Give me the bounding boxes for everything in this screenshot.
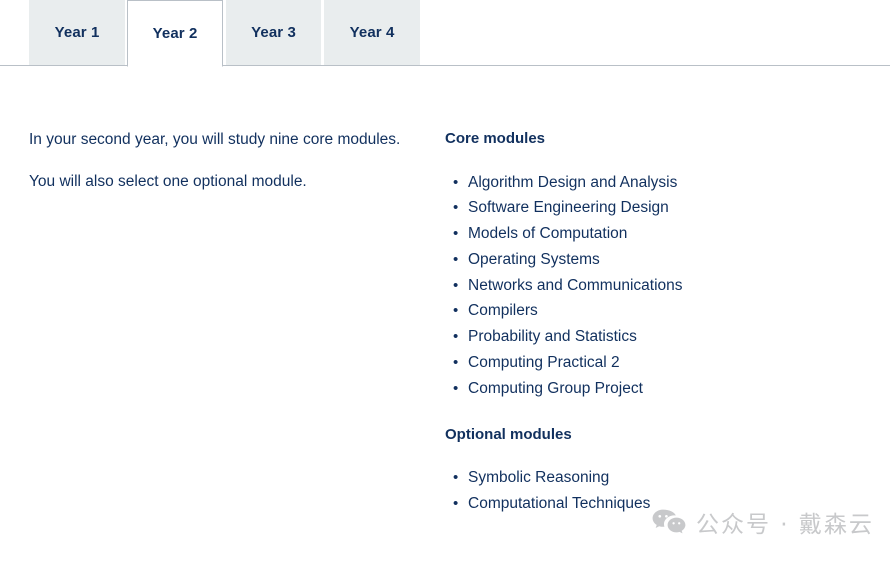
list-item: Software Engineering Design [445, 195, 865, 221]
tab-label: Year 2 [152, 25, 198, 42]
tab-panel-year-2: In your second year, you will study nine… [0, 67, 890, 561]
intro-column: In your second year, you will study nine… [29, 130, 419, 193]
list-item: Computing Group Project [445, 376, 865, 402]
intro-paragraph: You will also select one optional module… [29, 172, 307, 190]
optional-modules-group: Optional modules Symbolic Reasoning Comp… [445, 425, 865, 517]
list-item: Models of Computation [445, 221, 865, 247]
list-item: Networks and Communications [445, 273, 865, 299]
intro-paragraph: In your second year, you will study nine… [29, 131, 401, 148]
core-modules-group: Core modules Algorithm Design and Analys… [445, 129, 865, 402]
tab-year-4[interactable]: Year 4 [324, 0, 420, 65]
optional-modules-list: Symbolic Reasoning Computational Techniq… [445, 465, 865, 517]
list-item: Computational Techniques [445, 491, 865, 517]
core-modules-heading: Core modules [445, 130, 546, 147]
year-tabs: Year 1 Year 2 Year 3 Year 4 [0, 0, 890, 67]
tab-label: Year 1 [54, 24, 100, 41]
tab-year-3[interactable]: Year 3 [226, 0, 321, 65]
tab-year-2[interactable]: Year 2 [127, 0, 223, 67]
list-item: Computing Practical 2 [445, 350, 865, 376]
tab-label: Year 4 [349, 24, 395, 41]
tab-year-1[interactable]: Year 1 [29, 0, 125, 65]
modules-column: Core modules Algorithm Design and Analys… [445, 129, 865, 517]
list-item: Symbolic Reasoning [445, 465, 865, 491]
tab-label: Year 3 [251, 24, 296, 41]
list-item: Compilers [445, 298, 865, 324]
list-item: Algorithm Design and Analysis [445, 170, 865, 196]
core-modules-list: Algorithm Design and Analysis Software E… [445, 170, 865, 402]
optional-modules-heading: Optional modules [445, 425, 572, 443]
list-item: Probability and Statistics [445, 324, 865, 350]
list-item: Operating Systems [445, 247, 865, 273]
